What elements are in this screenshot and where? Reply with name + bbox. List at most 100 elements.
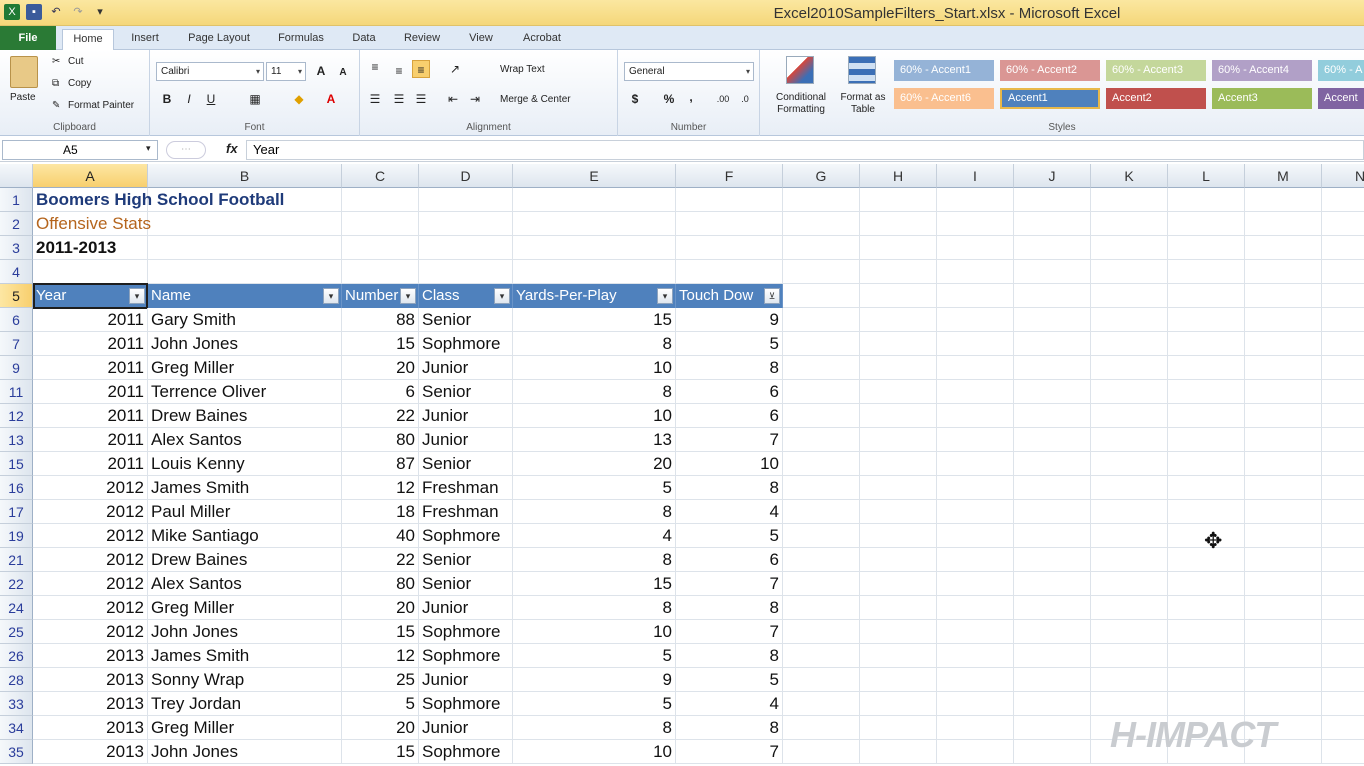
tab-data[interactable]: Data xyxy=(344,29,384,50)
table-cell[interactable]: Senior xyxy=(419,548,513,572)
grid-cell[interactable] xyxy=(1091,284,1168,308)
column-header-c[interactable]: C xyxy=(342,164,419,188)
grid-cell[interactable] xyxy=(860,308,937,332)
increase-indent-icon[interactable]: ⇥ xyxy=(466,90,484,108)
grid-cell[interactable] xyxy=(1014,668,1091,692)
column-header-i[interactable]: I xyxy=(937,164,1014,188)
column-header-d[interactable]: D xyxy=(419,164,513,188)
row-header[interactable]: 26 xyxy=(0,644,33,668)
number-format-select[interactable]: General ▾ xyxy=(624,62,754,81)
grid-cell[interactable] xyxy=(1322,332,1364,356)
grid-cell[interactable] xyxy=(1168,380,1245,404)
grid-cell[interactable] xyxy=(783,428,860,452)
table-cell[interactable]: 2012 xyxy=(33,500,148,524)
grid-cell[interactable] xyxy=(937,596,1014,620)
grid-cell[interactable] xyxy=(1091,548,1168,572)
grid-cell[interactable] xyxy=(1322,644,1364,668)
table-cell[interactable]: 2013 xyxy=(33,668,148,692)
grid-cell[interactable] xyxy=(1245,380,1322,404)
grid-cell[interactable] xyxy=(676,236,783,260)
table-cell[interactable]: 2011 xyxy=(33,308,148,332)
grid-cell[interactable] xyxy=(860,524,937,548)
grid-cell[interactable] xyxy=(1168,428,1245,452)
grid-cell[interactable] xyxy=(783,548,860,572)
table-cell[interactable]: 2011 xyxy=(33,380,148,404)
formula-input[interactable]: Year xyxy=(246,140,1364,160)
grid-cell[interactable] xyxy=(342,212,419,236)
table-cell[interactable]: 80 xyxy=(342,428,419,452)
table-cell[interactable]: 20 xyxy=(342,356,419,380)
grid-cell[interactable] xyxy=(937,188,1014,212)
tab-review[interactable]: Review xyxy=(396,29,448,50)
table-cell[interactable]: 8 xyxy=(676,596,783,620)
grid-cell[interactable] xyxy=(1168,188,1245,212)
grid-cell[interactable] xyxy=(860,212,937,236)
grid-cell[interactable] xyxy=(1322,260,1364,284)
grid-cell[interactable] xyxy=(1322,404,1364,428)
grid-cell[interactable] xyxy=(1168,668,1245,692)
name-box-dropdown-icon[interactable]: ▾ xyxy=(146,143,151,154)
grid-cell[interactable] xyxy=(342,188,419,212)
grid-cell[interactable] xyxy=(860,572,937,596)
table-cell[interactable]: 8 xyxy=(676,716,783,740)
align-right-icon[interactable]: ☰ xyxy=(412,90,430,108)
table-cell[interactable]: 8 xyxy=(513,596,676,620)
grid-cell[interactable] xyxy=(860,476,937,500)
row-header[interactable]: 13 xyxy=(0,428,33,452)
grid-cell[interactable] xyxy=(1245,692,1322,716)
merge-center-button[interactable]: Merge & Center xyxy=(500,94,571,105)
grid-cell[interactable] xyxy=(937,668,1014,692)
table-cell[interactable]: Freshman xyxy=(419,476,513,500)
filter-dropdown-icon[interactable]: ▾ xyxy=(400,288,416,304)
grid-cell[interactable] xyxy=(1322,716,1364,740)
grid-cell[interactable] xyxy=(342,260,419,284)
table-cell[interactable]: 5 xyxy=(513,644,676,668)
row-header[interactable]: 7 xyxy=(0,332,33,356)
row-header[interactable]: 34 xyxy=(0,716,33,740)
grid-cell[interactable] xyxy=(1168,452,1245,476)
formula-cancel-enter-icon[interactable]: ⋯ xyxy=(166,141,206,159)
table-cell[interactable]: 15 xyxy=(342,740,419,764)
row-header[interactable]: 11 xyxy=(0,380,33,404)
table-cell[interactable]: Sophmore xyxy=(419,692,513,716)
grid-cell[interactable] xyxy=(1014,596,1091,620)
table-cell[interactable]: Junior xyxy=(419,356,513,380)
column-header-e[interactable]: E xyxy=(513,164,676,188)
grid-cell[interactable] xyxy=(1014,452,1091,476)
format-painter-icon[interactable]: ✎ xyxy=(52,100,60,111)
table-cell[interactable]: 15 xyxy=(342,332,419,356)
grid-cell[interactable] xyxy=(1168,692,1245,716)
grid-cell[interactable] xyxy=(1322,428,1364,452)
row-header[interactable]: 9 xyxy=(0,356,33,380)
grid-cell[interactable] xyxy=(1245,284,1322,308)
table-cell[interactable]: 4 xyxy=(513,524,676,548)
grid-cell[interactable] xyxy=(783,692,860,716)
grid-cell[interactable] xyxy=(419,212,513,236)
grid-cell[interactable] xyxy=(1014,476,1091,500)
tab-view[interactable]: View xyxy=(460,29,502,50)
grid-cell[interactable] xyxy=(937,380,1014,404)
row-header[interactable]: 12 xyxy=(0,404,33,428)
table-cell[interactable]: 8 xyxy=(513,500,676,524)
table-cell[interactable]: 5 xyxy=(676,332,783,356)
table-cell[interactable]: John Jones xyxy=(148,620,342,644)
table-header-6[interactable]: Touch Dow ⊻ xyxy=(676,284,783,308)
decrease-decimal-icon[interactable]: .0 xyxy=(736,90,754,108)
grid-cell[interactable] xyxy=(1245,260,1322,284)
grid-cell[interactable] xyxy=(783,236,860,260)
table-cell[interactable]: 87 xyxy=(342,452,419,476)
grid-cell[interactable] xyxy=(1014,428,1091,452)
grid-cell[interactable] xyxy=(937,620,1014,644)
row-header[interactable]: 3 xyxy=(0,236,33,260)
align-top-icon[interactable]: ≡ xyxy=(366,58,384,76)
grid-cell[interactable] xyxy=(860,356,937,380)
grid-cell[interactable] xyxy=(1245,476,1322,500)
table-cell[interactable]: 2013 xyxy=(33,692,148,716)
grid-cell[interactable] xyxy=(513,260,676,284)
grid-cell[interactable] xyxy=(1091,524,1168,548)
table-cell[interactable]: 15 xyxy=(513,308,676,332)
cell-style-60-accent4[interactable]: 60% - Accent4 xyxy=(1212,60,1312,81)
format-painter-button[interactable]: Format Painter xyxy=(68,100,134,111)
grid-cell[interactable] xyxy=(1168,404,1245,428)
grid-cell[interactable] xyxy=(1091,308,1168,332)
